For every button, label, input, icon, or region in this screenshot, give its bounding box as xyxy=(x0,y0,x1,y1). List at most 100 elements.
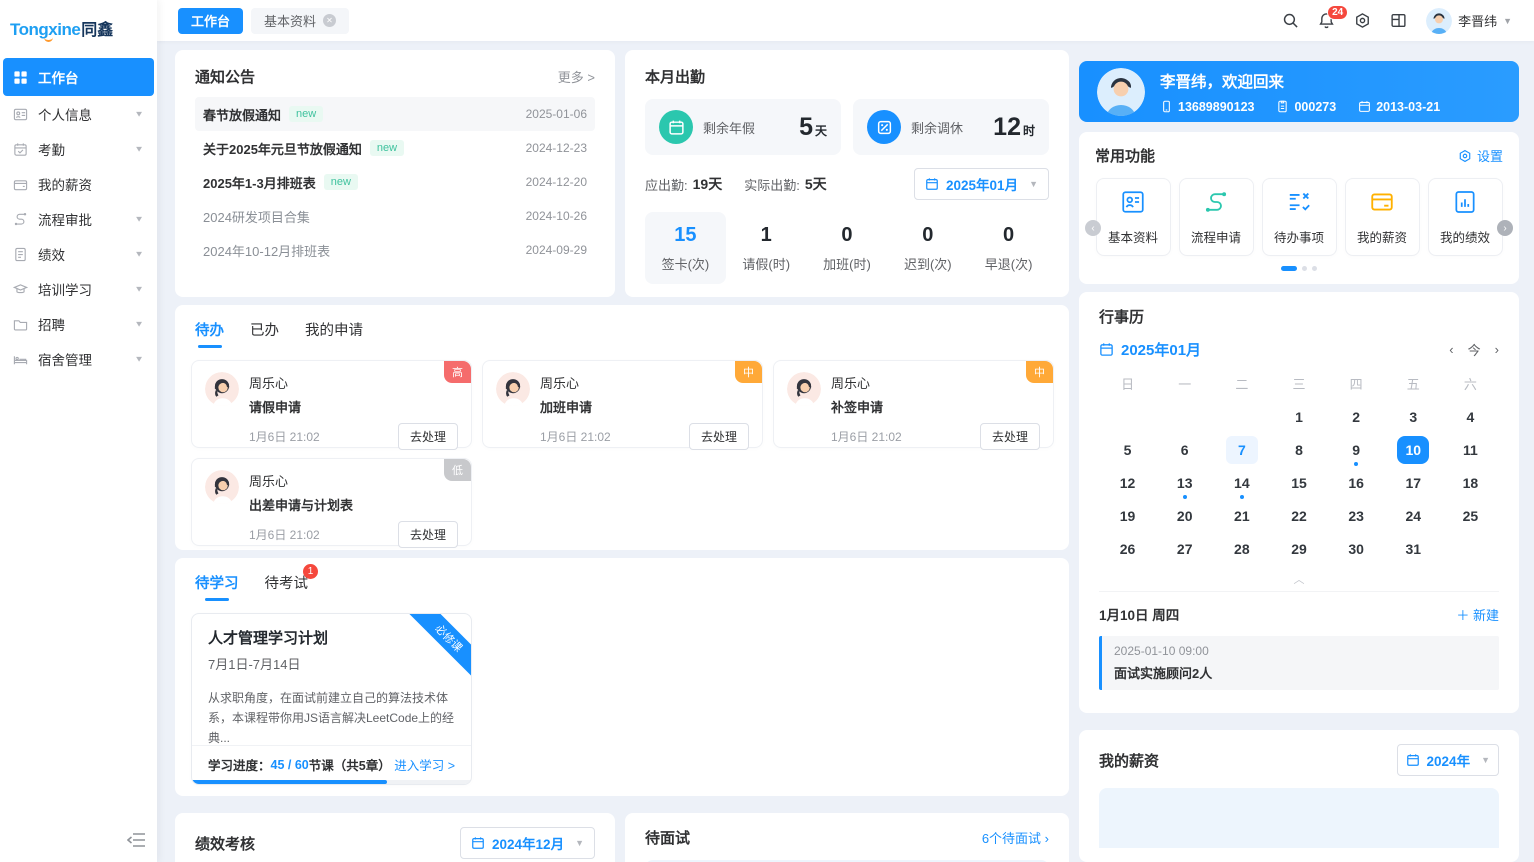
calendar-day-27[interactable]: 27 xyxy=(1156,533,1213,565)
sidebar-item-宿舍管理[interactable]: 宿舍管理▼ xyxy=(3,342,154,376)
enter-course-link[interactable]: 进入学习 > xyxy=(394,755,455,774)
calendar-day-2[interactable]: 2 xyxy=(1328,401,1385,433)
tab-待考试[interactable]: 待考试1 xyxy=(265,572,309,601)
calendar-collapse-icon[interactable]: ︿ xyxy=(1099,571,1499,592)
notification-bell-icon[interactable]: 24 xyxy=(1318,12,1335,29)
calendar-day-14[interactable]: 14 xyxy=(1213,467,1270,499)
sidebar-item-流程审批[interactable]: 流程审批▼ xyxy=(3,202,154,236)
calendar-day-11[interactable]: 11 xyxy=(1442,434,1499,466)
carousel-prev-icon[interactable]: ‹ xyxy=(1085,220,1101,236)
carousel-next-icon[interactable]: › xyxy=(1497,220,1513,236)
sidebar-item-我的薪资[interactable]: 我的薪资 xyxy=(3,167,154,201)
calendar-day-1[interactable]: 1 xyxy=(1270,401,1327,433)
calendar-day-8[interactable]: 8 xyxy=(1270,434,1327,466)
tab-待学习[interactable]: 待学习 xyxy=(195,572,239,601)
calendar-day-26[interactable]: 26 xyxy=(1099,533,1156,565)
attendance-stat-迟到(次)[interactable]: 0迟到(次) xyxy=(887,212,968,284)
calendar-day-25[interactable]: 25 xyxy=(1442,500,1499,532)
calendar-event[interactable]: 2025-01-10 09:00面试实施顾问2人 xyxy=(1099,636,1499,690)
interview-count-link[interactable]: 6个待面试 › xyxy=(982,828,1049,847)
carousel-dot[interactable] xyxy=(1312,266,1317,271)
notice-row[interactable]: 2025年1-3月排班表new2024-12-20 xyxy=(195,165,595,199)
calendar-day-18[interactable]: 18 xyxy=(1442,467,1499,499)
layout-grid-icon[interactable] xyxy=(1390,12,1407,29)
quick-tile-待办事项[interactable]: 待办事项 xyxy=(1262,178,1337,256)
calendar-day-17[interactable]: 17 xyxy=(1385,467,1442,499)
sidebar-item-工作台[interactable]: 工作台 xyxy=(3,58,154,96)
phone-icon xyxy=(1160,100,1173,113)
attendance-stat-签卡(次)[interactable]: 15签卡(次) xyxy=(645,212,726,284)
calendar-day-16[interactable]: 16 xyxy=(1328,467,1385,499)
calendar-day-31[interactable]: 31 xyxy=(1385,533,1442,565)
quick-settings-link[interactable]: 设置 xyxy=(1458,146,1503,165)
notice-more-link[interactable]: 更多 > xyxy=(558,67,595,86)
calendar-day-12[interactable]: 12 xyxy=(1099,467,1156,499)
calendar-day-4[interactable]: 4 xyxy=(1442,401,1499,433)
sidebar-item-label: 考勤 xyxy=(38,139,65,159)
notice-row[interactable]: 春节放假通知new2025-01-06 xyxy=(195,97,595,131)
tab-基本资料[interactable]: 基本资料✕ xyxy=(251,8,349,34)
calendar-day-20[interactable]: 20 xyxy=(1156,500,1213,532)
attendance-stat-请假(时)[interactable]: 1请假(时) xyxy=(726,212,807,284)
tab-工作台[interactable]: 工作台 xyxy=(178,8,243,34)
salary-year-selector[interactable]: 2024年 ▼ xyxy=(1397,744,1499,776)
close-icon[interactable]: ✕ xyxy=(323,14,336,27)
carousel-dot[interactable] xyxy=(1302,266,1307,271)
course-card[interactable]: 必修课 人才管理学习计划 7月1日-7月14日 从求职角度，在面试前建立自己的算… xyxy=(191,613,472,785)
request-time: 1月6日 21:02 xyxy=(249,526,320,543)
calendar-day-22[interactable]: 22 xyxy=(1270,500,1327,532)
quick-tile-我的绩效[interactable]: 我的绩效 xyxy=(1428,178,1503,256)
calendar-day-7[interactable]: 7 xyxy=(1213,434,1270,466)
tab-我的申请[interactable]: 我的申请 xyxy=(305,319,363,348)
tab-已办[interactable]: 已办 xyxy=(250,319,279,348)
user-menu[interactable]: 李晋纬 ▼ xyxy=(1426,8,1512,34)
notice-row[interactable]: 2024研发项目合集2024-10-26 xyxy=(195,199,595,233)
calendar-day-30[interactable]: 30 xyxy=(1328,533,1385,565)
settings-gear-icon[interactable] xyxy=(1354,12,1371,29)
carousel-dot[interactable] xyxy=(1281,266,1297,271)
calendar-month-selector[interactable]: 2025年01月 xyxy=(1099,339,1201,360)
handle-button[interactable]: 去处理 xyxy=(398,423,458,450)
calendar-day-5[interactable]: 5 xyxy=(1099,434,1156,466)
calendar-today-button[interactable]: 今 xyxy=(1468,340,1481,359)
attendance-stat-加班(时)[interactable]: 0加班(时) xyxy=(807,212,888,284)
quick-tile-基本资料[interactable]: 基本资料 xyxy=(1096,178,1171,256)
quick-tile-我的薪资[interactable]: 我的薪资 xyxy=(1345,178,1420,256)
attendance-month-selector[interactable]: 2025年01月 ▼ xyxy=(914,168,1049,200)
handle-button[interactable]: 去处理 xyxy=(398,521,458,548)
sidebar-item-培训学习[interactable]: 培训学习▼ xyxy=(3,272,154,306)
search-icon[interactable] xyxy=(1282,12,1299,29)
calendar-day-empty xyxy=(1213,401,1270,433)
calendar-day-29[interactable]: 29 xyxy=(1270,533,1327,565)
calendar-prev-button[interactable]: ‹ xyxy=(1449,342,1453,357)
calendar-day-3[interactable]: 3 xyxy=(1385,401,1442,433)
avatar xyxy=(787,372,821,406)
calendar-day-23[interactable]: 23 xyxy=(1328,500,1385,532)
notice-row[interactable]: 关于2025年元旦节放假通知new2024-12-23 xyxy=(195,131,595,165)
sidebar-item-考勤[interactable]: 考勤▼ xyxy=(3,132,154,166)
sidebar-item-绩效[interactable]: 绩效▼ xyxy=(3,237,154,271)
calendar-day-21[interactable]: 21 xyxy=(1213,500,1270,532)
calendar-day-13[interactable]: 13 xyxy=(1156,467,1213,499)
calendar-next-button[interactable]: › xyxy=(1495,342,1499,357)
sidebar-collapse-icon[interactable] xyxy=(127,832,145,848)
calendar-day-9[interactable]: 9 xyxy=(1328,434,1385,466)
handle-button[interactable]: 去处理 xyxy=(689,423,749,450)
quick-tile-流程申请[interactable]: 流程申请 xyxy=(1179,178,1254,256)
tab-待办[interactable]: 待办 xyxy=(195,319,224,348)
calendar-day-6[interactable]: 6 xyxy=(1156,434,1213,466)
todo-item: 高周乐心请假申请1月6日 21:02去处理 xyxy=(191,360,472,448)
new-event-button[interactable]: ＋ 新建 xyxy=(1456,605,1499,624)
calendar-day-24[interactable]: 24 xyxy=(1385,500,1442,532)
calendar-day-19[interactable]: 19 xyxy=(1099,500,1156,532)
calendar-day-15[interactable]: 15 xyxy=(1270,467,1327,499)
sidebar-item-招聘[interactable]: 招聘▼ xyxy=(3,307,154,341)
performance-month-selector[interactable]: 2024年12月 ▼ xyxy=(460,827,595,859)
notice-row[interactable]: 2024年10-12月排班表2024-09-29 xyxy=(195,233,595,267)
calendar-day-10[interactable]: 10 xyxy=(1385,434,1442,466)
attendance-stat-早退(次)[interactable]: 0早退(次) xyxy=(968,212,1049,284)
course-progress-bar xyxy=(192,780,471,784)
handle-button[interactable]: 去处理 xyxy=(980,423,1040,450)
sidebar-item-个人信息[interactable]: 个人信息▼ xyxy=(3,97,154,131)
calendar-day-28[interactable]: 28 xyxy=(1213,533,1270,565)
